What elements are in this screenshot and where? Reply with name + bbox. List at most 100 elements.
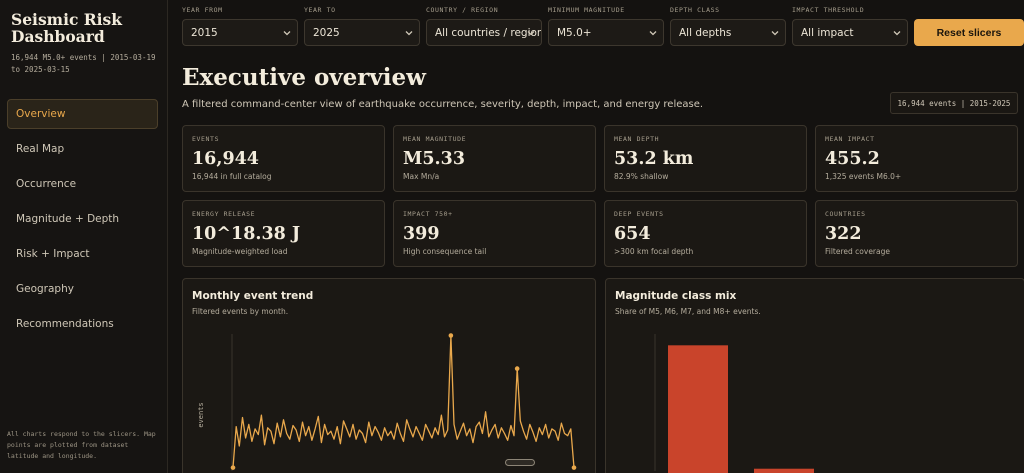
- slicer-year-from: YEAR FROM 2015: [182, 6, 298, 46]
- chart-title: Monthly event trend: [192, 290, 314, 302]
- kpi-value: 455.2: [825, 149, 880, 169]
- nav-item-risk-impact[interactable]: Risk + Impact: [7, 239, 158, 269]
- y-axis-label: events: [197, 402, 205, 427]
- kpi-caption: 16,944 in full catalog: [192, 172, 272, 181]
- dashboard-app: Seismic Risk Dashboard 16,944 M5.0+ even…: [0, 0, 1024, 473]
- chevron-down-icon: [405, 31, 413, 36]
- monthly-trend-panel: events Monthly event trend Filtered even…: [182, 278, 596, 473]
- magnitude-mix-panel: Magnitude class mix Share of M5, M6, M7,…: [605, 278, 1024, 473]
- slicer-impact-threshold: IMPACT THRESHOLD All impact: [792, 6, 908, 46]
- kpi-value: 53.2 km: [614, 149, 694, 169]
- chart-subtitle: Filtered events by month.: [192, 307, 289, 316]
- kpi-label: EVENTS: [192, 135, 220, 143]
- nav-item-geography[interactable]: Geography: [7, 274, 158, 304]
- nav-item-magnitude-depth[interactable]: Magnitude + Depth: [7, 204, 158, 234]
- brand-title: Seismic Risk Dashboard: [11, 10, 123, 46]
- brand-subtitle: 16,944 M5.0+ events | 2015-03-19 to 2025…: [11, 53, 156, 74]
- kpi-card-deep-events: DEEP EVENTS 654 >300 km focal depth: [604, 200, 807, 267]
- nav-item-label: Occurrence: [16, 178, 77, 190]
- data-point: [230, 465, 236, 470]
- kpi-caption: Max Mn/a: [403, 172, 440, 181]
- kpi-value: M5.33: [403, 149, 465, 169]
- kpi-card-impact-750: IMPACT 750+ 399 High consequence tail: [393, 200, 596, 267]
- kpi-caption: Filtered coverage: [825, 247, 890, 256]
- sidebar-nav: Overview Real Map Occurrence Magnitude +…: [7, 99, 158, 344]
- kpi-label: MEAN MAGNITUDE: [403, 135, 467, 143]
- kpi-caption: 1,325 events M6.0+: [825, 172, 902, 181]
- year-from-select[interactable]: 2015: [182, 19, 298, 46]
- year-to-select[interactable]: 2025: [304, 19, 420, 46]
- kpi-card-events: EVENTS 16,944 16,944 in full catalog: [182, 125, 385, 192]
- nav-item-label: Overview: [16, 108, 66, 120]
- kpi-label: IMPACT 750+: [403, 210, 453, 218]
- kpi-value: 399: [403, 224, 440, 244]
- chevron-down-icon: [283, 31, 291, 36]
- nav-item-recommendations[interactable]: Recommendations: [7, 309, 158, 339]
- data-point: [571, 465, 577, 470]
- kpi-label: DEEP EVENTS: [614, 210, 664, 218]
- horizontal-scrollbar-thumb[interactable]: [505, 459, 535, 466]
- nav-item-label: Real Map: [16, 143, 65, 155]
- kpi-caption: High consequence tail: [403, 247, 487, 256]
- bar-m6: [754, 468, 814, 473]
- kpi-caption: >300 km focal depth: [614, 247, 694, 256]
- kpi-value: 322: [825, 224, 862, 244]
- kpi-card-countries: COUNTRIES 322 Filtered coverage: [815, 200, 1018, 267]
- slicer-minimum-magnitude: MINIMUM MAGNITUDE M5.0+: [548, 6, 664, 46]
- data-point: [514, 366, 520, 371]
- slicer-label: COUNTRY / REGION: [426, 6, 499, 14]
- reset-slicers-button[interactable]: Reset slicers: [914, 19, 1024, 46]
- kpi-label: MEAN DEPTH: [614, 135, 660, 143]
- chevron-down-icon: [527, 31, 535, 36]
- impact-threshold-select[interactable]: All impact: [792, 19, 908, 46]
- chevron-down-icon: [649, 31, 657, 36]
- kpi-value: 654: [614, 224, 651, 244]
- slicer-depth-class: DEPTH CLASS All depths: [670, 6, 786, 46]
- data-point: [448, 333, 454, 338]
- chevron-down-icon: [893, 31, 901, 36]
- kpi-card-mean-depth: MEAN DEPTH 53.2 km 82.9% shallow: [604, 125, 807, 192]
- nav-item-occurrence[interactable]: Occurrence: [7, 169, 158, 199]
- nav-item-overview[interactable]: Overview: [7, 99, 158, 129]
- nav-item-label: Geography: [16, 283, 74, 295]
- kpi-card-mean-impact: MEAN IMPACT 455.2 1,325 events M6.0+: [815, 125, 1018, 192]
- select-value: 2025: [313, 26, 340, 39]
- kpi-caption: Magnitude-weighted load: [192, 247, 288, 256]
- kpi-label: COUNTRIES: [825, 210, 866, 218]
- depth-class-select[interactable]: All depths: [670, 19, 786, 46]
- kpi-card-energy-release: ENERGY RELEASE 10^18.38 J Magnitude-weig…: [182, 200, 385, 267]
- nav-item-label: Magnitude + Depth: [16, 213, 120, 225]
- series-line: [232, 334, 575, 468]
- sidebar-footer-note: All charts respond to the slicers. Map p…: [7, 430, 156, 460]
- kpi-card-mean-magnitude: MEAN MAGNITUDE M5.33 Max Mn/a: [393, 125, 596, 192]
- slicer-year-to: YEAR TO 2025: [304, 6, 420, 46]
- country-region-select[interactable]: All countries / region: [426, 19, 542, 46]
- chart-subtitle: Share of M5, M6, M7, and M8+ events.: [615, 307, 761, 316]
- minimum-magnitude-select[interactable]: M5.0+: [548, 19, 664, 46]
- chart-title: Magnitude class mix: [615, 290, 737, 302]
- select-value: All impact: [801, 26, 854, 39]
- chevron-down-icon: [771, 31, 779, 36]
- bar-m5: [668, 345, 728, 473]
- page-title: Executive overview: [182, 64, 426, 91]
- event-range-badge: 16,944 events | 2015-2025: [890, 92, 1018, 114]
- nav-item-label: Recommendations: [16, 318, 114, 330]
- select-value: All depths: [679, 26, 732, 39]
- slicer-label: YEAR FROM: [182, 6, 223, 14]
- slicer-label: YEAR TO: [304, 6, 336, 14]
- page-subtitle: A filtered command-center view of earthq…: [182, 99, 704, 110]
- kpi-label: ENERGY RELEASE: [192, 210, 256, 218]
- select-value: 2015: [191, 26, 218, 39]
- sidebar: Seismic Risk Dashboard 16,944 M5.0+ even…: [0, 0, 168, 473]
- slicer-label: DEPTH CLASS: [670, 6, 720, 14]
- slicer-country-region: COUNTRY / REGION All countries / region: [426, 6, 542, 46]
- nav-item-label: Risk + Impact: [16, 248, 90, 260]
- kpi-value: 10^18.38 J: [192, 224, 301, 244]
- slicer-label: IMPACT THRESHOLD: [792, 6, 865, 14]
- nav-item-real-map[interactable]: Real Map: [7, 134, 158, 164]
- kpi-label: MEAN IMPACT: [825, 135, 875, 143]
- kpi-caption: 82.9% shallow: [614, 172, 669, 181]
- kpi-value: 16,944: [192, 149, 259, 169]
- select-value: M5.0+: [557, 26, 592, 39]
- slicer-label: MINIMUM MAGNITUDE: [548, 6, 625, 14]
